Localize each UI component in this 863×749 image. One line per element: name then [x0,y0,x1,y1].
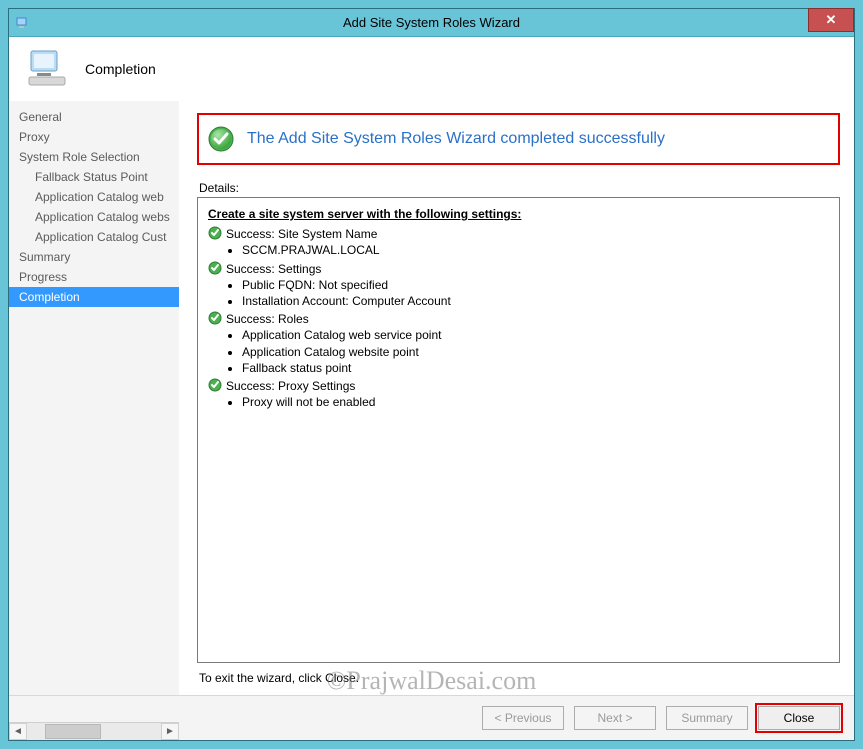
nav-item-application-catalog-cust[interactable]: Application Catalog Cust [9,227,179,247]
page-title: Completion [85,61,156,77]
nav-item-general[interactable]: General [9,107,179,127]
scroll-right-arrow-icon[interactable]: ► [161,723,179,740]
nav-item-fallback-status-point[interactable]: Fallback Status Point [9,167,179,187]
details-heading: Create a site system server with the fol… [208,206,829,222]
nav-item-progress[interactable]: Progress [9,267,179,287]
detail-item: Public FQDN: Not specified [242,277,829,293]
nav-item-summary[interactable]: Summary [9,247,179,267]
detail-group-items: SCCM.PRAJWAL.LOCAL [242,242,829,258]
close-icon: ✕ [826,12,837,28]
detail-item: SCCM.PRAJWAL.LOCAL [242,242,829,258]
detail-group: Success: Roles [208,311,829,327]
detail-group: Success: Site System Name [208,226,829,242]
nav-item-application-catalog-web[interactable]: Application Catalog web [9,187,179,207]
detail-item: Fallback status point [242,360,829,376]
nav-item-system-role-selection[interactable]: System Role Selection [9,147,179,167]
computer-icon [27,47,71,91]
titlebar: Add Site System Roles Wizard ✕ [9,9,854,37]
nav-item-proxy[interactable]: Proxy [9,127,179,147]
scroll-track[interactable] [27,723,161,740]
summary-button[interactable]: Summary [666,706,748,730]
wizard-window: Add Site System Roles Wizard ✕ Completio… [8,8,855,741]
main-panel: The Add Site System Roles Wizard complet… [179,101,854,695]
success-check-icon [208,261,222,275]
previous-button[interactable]: < Previous [482,706,564,730]
detail-group-items: Proxy will not be enabled [242,394,829,410]
detail-group-title: Success: Settings [226,261,321,277]
nav-sidebar: GeneralProxySystem Role SelectionFallbac… [9,101,179,695]
exit-hint: To exit the wizard, click Close. [199,671,840,685]
detail-group-title: Success: Proxy Settings [226,378,355,394]
detail-item: Application Catalog web service point [242,327,829,343]
detail-item: Installation Account: Computer Account [242,293,829,309]
detail-group-items: Application Catalog web service pointApp… [242,327,829,376]
detail-group-title: Success: Site System Name [226,226,377,242]
next-button[interactable]: Next > [574,706,656,730]
success-check-icon [208,378,222,392]
nav-item-application-catalog-webs[interactable]: Application Catalog webs [9,207,179,227]
nav-item-completion[interactable]: Completion [9,287,179,307]
success-check-icon [208,311,222,325]
window-title: Add Site System Roles Wizard [9,15,854,30]
sidebar-hscroll[interactable]: ◄ ► [9,722,179,740]
success-check-icon [208,226,222,240]
details-label: Details: [199,181,840,195]
wizard-body: GeneralProxySystem Role SelectionFallbac… [9,101,854,695]
close-window-button[interactable]: ✕ [808,8,854,32]
banner-text: The Add Site System Roles Wizard complet… [247,130,665,148]
detail-group-items: Public FQDN: Not specifiedInstallation A… [242,277,829,309]
scroll-left-arrow-icon[interactable]: ◄ [9,723,27,740]
detail-item: Application Catalog website point [242,344,829,360]
wizard-header: Completion [9,37,854,101]
completion-banner: The Add Site System Roles Wizard complet… [197,113,840,165]
success-check-icon [207,125,235,153]
close-button[interactable]: Close [758,706,840,730]
sidebar-scrollbar-area: ◄ ► [9,722,179,740]
detail-item: Proxy will not be enabled [242,394,829,410]
details-box: Create a site system server with the fol… [197,197,840,663]
detail-group: Success: Proxy Settings [208,378,829,394]
scroll-thumb[interactable] [45,724,101,739]
detail-group-title: Success: Roles [226,311,309,327]
detail-group: Success: Settings [208,261,829,277]
